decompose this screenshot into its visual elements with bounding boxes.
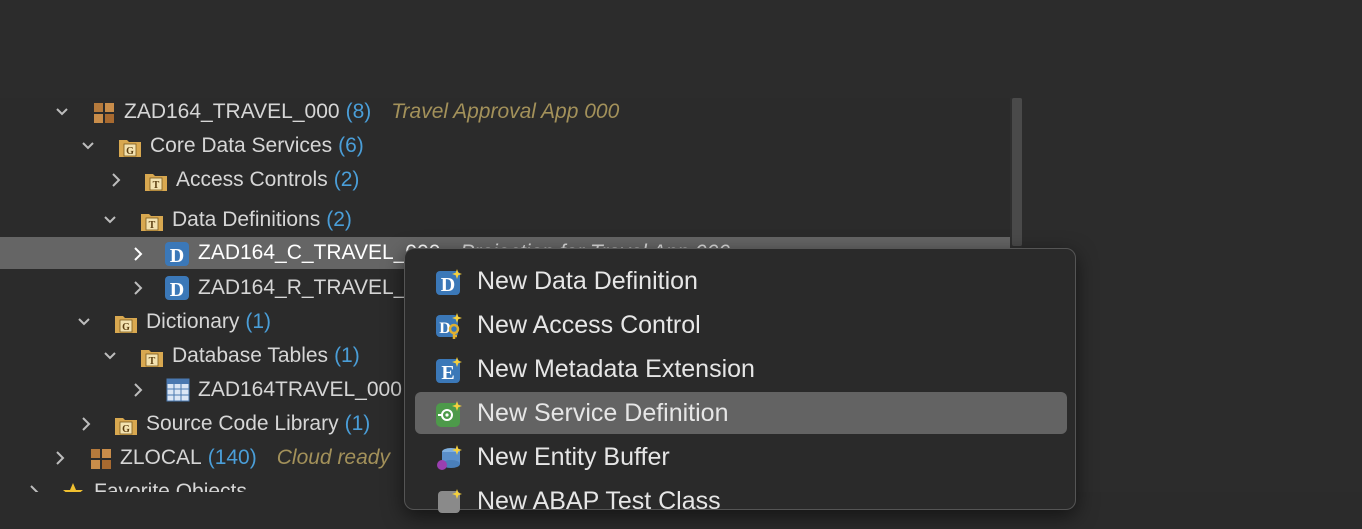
data-definition-icon: D [164, 241, 190, 267]
chevron-down-icon[interactable] [100, 339, 118, 373]
star-icon [62, 481, 84, 492]
tree-item-label: ZLOCAL [120, 446, 202, 469]
tree-item-label: Core Data Services [150, 134, 333, 157]
access-control-icon: D [435, 311, 463, 339]
tree-item-label: Source Code Library [146, 412, 339, 435]
table-icon [166, 378, 190, 402]
tree-item-label: Access Controls [176, 168, 328, 191]
tree-item-description: Travel Approval App 000 [391, 100, 620, 123]
svg-text:G: G [122, 322, 130, 333]
tree-row-access-controls[interactable]: T Access Controls (2) [0, 163, 1010, 197]
tree-item-label: Database Tables [172, 344, 329, 367]
service-definition-icon [435, 399, 463, 427]
tree-row-package-zad164-travel[interactable]: ZAD164_TRAVEL_000 (8) Travel Approval App … [0, 98, 1010, 129]
scrollbar-thumb[interactable] [1012, 98, 1022, 246]
menu-item-new-data-definition[interactable]: D New Data Definition [415, 260, 1067, 302]
svg-text:T: T [149, 220, 156, 231]
menu-item-label: New ABAP Test Class [477, 487, 721, 515]
svg-text:G: G [126, 146, 134, 157]
tree-item-label: Favorite Objects [94, 480, 247, 492]
tree-item-count: (8) [345, 100, 372, 123]
menu-item-new-service-definition[interactable]: New Service Definition [415, 392, 1067, 434]
test-class-icon [435, 487, 463, 515]
tree-item-count: (1) [245, 310, 272, 333]
data-definition-icon: D [435, 267, 463, 296]
folder-t-icon: T [144, 169, 167, 191]
svg-text:T: T [153, 180, 160, 191]
svg-text:D: D [170, 245, 184, 267]
chevron-down-icon[interactable] [74, 305, 92, 339]
menu-item-new-entity-buffer[interactable]: New Entity Buffer [415, 436, 1067, 478]
chevron-right-icon[interactable] [128, 237, 146, 269]
chevron-right-icon[interactable] [128, 271, 146, 305]
tree-item-count: (6) [338, 134, 364, 157]
tree-item-label: ZAD164TRAVEL_000 [198, 378, 402, 401]
folder-g-icon: G [114, 413, 137, 435]
tree-item-count: (1) [334, 344, 360, 367]
chevron-right-icon[interactable] [24, 475, 42, 492]
chevron-down-icon[interactable] [100, 203, 118, 237]
menu-item-label: New Access Control [477, 311, 701, 339]
tree-item-count: (140) [207, 446, 257, 469]
package-icon [90, 447, 112, 469]
entity-buffer-icon [435, 443, 463, 471]
folder-t-icon: T [140, 209, 163, 231]
chevron-down-icon[interactable] [52, 98, 70, 129]
package-icon [93, 101, 115, 123]
menu-item-label: New Metadata Extension [477, 355, 755, 383]
svg-text:E: E [441, 362, 454, 384]
chevron-right-icon[interactable] [106, 163, 124, 197]
svg-text:G: G [122, 424, 130, 435]
tree-row-core-data-services[interactable]: G Core Data Services (6) [0, 129, 1010, 163]
menu-item-new-metadata-extension[interactable]: E New Metadata Extension [415, 348, 1067, 390]
menu-item-label: New Entity Buffer [477, 443, 670, 471]
tree-item-label: Data Definitions [172, 208, 321, 231]
tree-row-data-definitions[interactable]: T Data Definitions (2) [0, 203, 1010, 237]
folder-t-icon: T [140, 345, 163, 367]
menu-item-new-access-control[interactable]: D New Access Control [415, 304, 1067, 346]
svg-text:T: T [149, 356, 156, 367]
tree-item-count: (2) [326, 208, 352, 231]
chevron-right-icon[interactable] [128, 373, 146, 407]
data-definition-icon: D [164, 275, 190, 301]
tree-item-description: Cloud ready [276, 446, 390, 469]
folder-g-icon: G [114, 311, 137, 333]
menu-item-label: New Data Definition [477, 267, 698, 295]
tree-item-label: ZAD164_TRAVEL_000 [124, 100, 340, 123]
metadata-extension-icon: E [435, 355, 463, 384]
editor-area [0, 0, 1362, 98]
chevron-down-icon[interactable] [78, 129, 96, 163]
context-menu: D New Data Definition D New Access Contr… [404, 248, 1076, 515]
chevron-right-icon[interactable] [50, 441, 68, 475]
tree-item-count: (2) [333, 168, 360, 191]
folder-g-icon: G [118, 135, 141, 157]
menu-item-label: New Service Definition [477, 399, 729, 427]
tree-item-label: Dictionary [146, 310, 240, 333]
chevron-right-icon[interactable] [76, 407, 94, 441]
svg-text:D: D [170, 279, 184, 301]
tree-item-count: (1) [344, 412, 371, 435]
menu-item-new-abap-test-class[interactable]: New ABAP Test Class [415, 480, 1067, 522]
svg-text:D: D [441, 274, 455, 296]
